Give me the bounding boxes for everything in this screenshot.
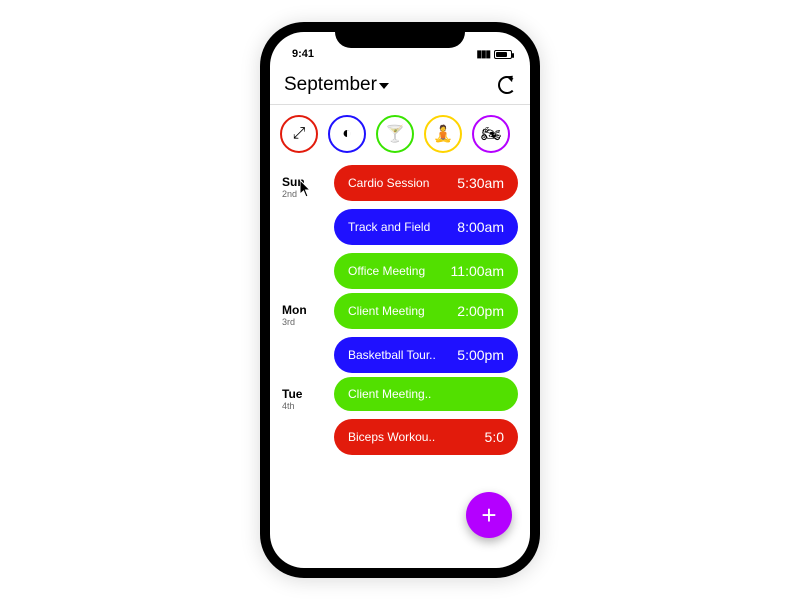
- day-group: Tue4th Client Meeting.. Biceps Workou.. 5:0: [282, 377, 518, 455]
- event-pill[interactable]: Office Meeting 11:00am: [334, 253, 518, 289]
- day-group: Mon3rd Client Meeting 2:00pm Basketball Tou…: [282, 293, 518, 373]
- day-label: Sun2nd: [282, 165, 324, 289]
- category-yoga[interactable]: 🧘: [424, 115, 462, 153]
- plus-icon: +: [481, 500, 496, 531]
- event-title: Basketball Tour..: [348, 348, 436, 362]
- header: September: [270, 70, 530, 105]
- category-cardio[interactable]: ⤢: [280, 115, 318, 153]
- events: Client Meeting.. Biceps Workou.. 5:0: [334, 377, 518, 455]
- day-num: 2nd: [282, 189, 324, 199]
- event-time: 5:30am: [457, 175, 504, 191]
- events: Client Meeting 2:00pm Basketball Tour.. 5:0…: [334, 293, 518, 373]
- day-label: Mon3rd: [282, 293, 324, 373]
- signal-icon: ▮▮▮: [476, 49, 490, 60]
- category-cycle[interactable]: 🏍: [472, 115, 510, 153]
- event-title: Cardio Session: [348, 176, 429, 190]
- day-group: Sun2nd Cardio Session 5:30am Track and Fiel…: [282, 165, 518, 289]
- day-name: Tue: [282, 387, 324, 401]
- event-time: 5:0: [485, 429, 504, 445]
- day-num: 4th: [282, 401, 324, 411]
- status-time: 9:41: [292, 48, 314, 60]
- event-pill[interactable]: Client Meeting..: [334, 377, 518, 411]
- battery-icon: [494, 50, 512, 59]
- month-picker[interactable]: September: [284, 74, 389, 96]
- chevron-down-icon: [379, 83, 389, 89]
- day-label: Tue4th: [282, 377, 324, 455]
- event-pill[interactable]: Cardio Session 5:30am: [334, 165, 518, 201]
- add-button[interactable]: +: [466, 492, 512, 538]
- event-pill[interactable]: Track and Field 8:00am: [334, 209, 518, 245]
- event-pill[interactable]: Biceps Workou.. 5:0: [334, 419, 518, 455]
- event-time: 8:00am: [457, 219, 504, 235]
- event-title: Office Meeting: [348, 264, 425, 278]
- notch: [335, 22, 465, 48]
- screen: 9:41 ▮▮▮ September ⤢◐🍸🧘🏍 Sun2ndCardio Se…: [270, 32, 530, 568]
- event-title: Biceps Workou..: [348, 430, 435, 444]
- day-name: Sun: [282, 175, 324, 189]
- refresh-icon[interactable]: [498, 76, 516, 94]
- day-name: Mon: [282, 303, 324, 317]
- event-title: Track and Field: [348, 220, 430, 234]
- category-social[interactable]: 🍸: [376, 115, 414, 153]
- month-label: September: [284, 74, 377, 96]
- events: Cardio Session 5:30am Track and Field 8:00a…: [334, 165, 518, 289]
- category-sports[interactable]: ◐: [328, 115, 366, 153]
- event-pill[interactable]: Basketball Tour.. 5:00pm: [334, 337, 518, 373]
- event-pill[interactable]: Client Meeting 2:00pm: [334, 293, 518, 329]
- phone-frame: 9:41 ▮▮▮ September ⤢◐🍸🧘🏍 Sun2ndCardio Se…: [260, 22, 540, 578]
- event-time: 2:00pm: [457, 303, 504, 319]
- day-num: 3rd: [282, 317, 324, 327]
- category-row: ⤢ ◐ 🍸 🧘 🏍: [270, 105, 530, 165]
- event-title: Client Meeting..: [348, 387, 431, 401]
- event-title: Client Meeting: [348, 304, 425, 318]
- event-time: 5:00pm: [457, 347, 504, 363]
- status-right: ▮▮▮: [476, 49, 512, 60]
- event-time: 11:00am: [451, 263, 504, 279]
